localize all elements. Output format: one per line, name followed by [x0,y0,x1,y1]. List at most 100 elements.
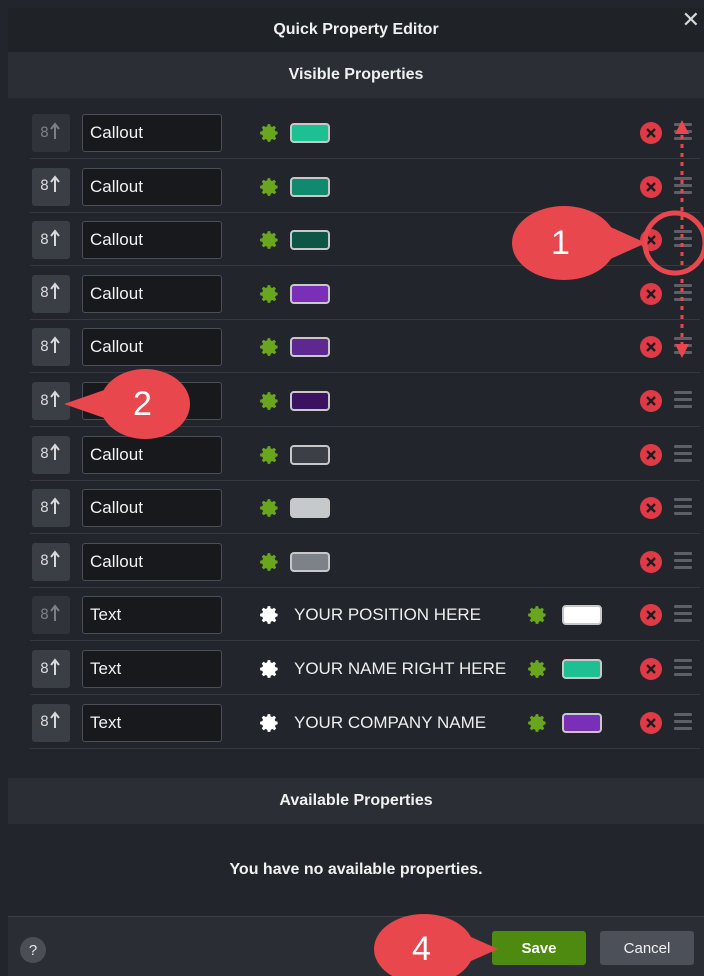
text-property-value: YOUR COMPANY NAME [294,712,487,732]
color-swatch[interactable] [290,391,330,411]
delete-icon[interactable] [640,550,662,573]
color-swatch[interactable] [290,498,330,519]
delete-icon[interactable] [640,122,662,144]
reorder-button[interactable]: 8 [32,382,70,420]
color-swatch[interactable] [562,605,602,626]
property-row: 8 Callout [30,106,700,159]
property-row: 8 [30,374,700,427]
drag-handle-icon[interactable] [674,176,692,197]
reorder-icon: 8 [40,228,62,253]
svg-text:8: 8 [40,500,49,516]
close-icon[interactable]: ✕ [682,8,700,32]
drag-handle-icon[interactable] [674,391,692,411]
property-row: 8 Callout [30,428,700,481]
color-swatch[interactable] [290,176,330,197]
property-name-field[interactable]: Callout [82,489,222,528]
delete-icon[interactable] [640,658,662,680]
property-name-field[interactable]: Callout [82,114,222,152]
gear-icon[interactable] [258,551,280,573]
property-row: 8 Callout [30,481,700,535]
gear-icon[interactable] [258,497,280,519]
property-name-field[interactable]: Callout [82,221,222,260]
gear-icon[interactable] [526,712,548,734]
delete-icon[interactable] [640,604,662,627]
gear-icon[interactable] [258,122,280,144]
delete-icon[interactable] [640,229,662,252]
reorder-icon: 8 [40,442,62,467]
svg-text:8: 8 [40,232,49,248]
color-swatch[interactable] [290,123,330,143]
drag-handle-icon[interactable] [674,498,692,518]
gear-icon[interactable] [258,176,280,198]
reorder-button[interactable]: 8 [32,703,70,742]
drag-handle-icon[interactable] [674,337,692,357]
gear-icon[interactable] [258,658,280,680]
gear-icon[interactable] [258,604,280,626]
color-swatch[interactable] [290,444,330,465]
visible-properties-title: Visible Properties [288,66,424,83]
property-name-field[interactable] [82,382,222,420]
reorder-button[interactable]: 8 [32,489,70,528]
gear-icon[interactable] [258,283,280,305]
delete-icon[interactable] [640,443,662,466]
reorder-button[interactable]: 8 [32,542,70,581]
svg-text:8: 8 [40,393,49,409]
color-swatch[interactable] [562,712,602,733]
color-swatch[interactable] [290,551,330,572]
delete-icon[interactable] [640,497,662,520]
reorder-button[interactable]: 8 [32,167,70,206]
gear-icon[interactable] [526,604,548,626]
property-name-field[interactable]: Text [82,596,222,635]
reorder-icon: 8 [40,174,62,199]
reorder-button[interactable]: 8 [32,435,70,474]
drag-handle-icon[interactable] [674,444,692,465]
save-button[interactable]: Save [492,931,586,965]
reorder-button[interactable]: 8 [32,274,70,313]
property-name-field[interactable]: Callout [82,167,222,206]
drag-handle-icon[interactable] [674,283,692,304]
help-button[interactable]: ? [20,937,46,963]
delete-icon[interactable] [640,390,662,412]
svg-text:8: 8 [40,661,49,677]
drag-handle-icon[interactable] [674,551,692,572]
delete-icon[interactable] [640,336,662,359]
gear-icon[interactable] [526,658,548,680]
reorder-button[interactable]: 8 [32,596,70,635]
reorder-icon: 8 [40,281,62,306]
gear-icon[interactable] [258,229,280,251]
color-swatch[interactable] [290,337,330,358]
color-swatch[interactable] [562,659,602,679]
drag-handle-icon[interactable] [674,605,692,625]
gear-icon[interactable] [258,712,280,734]
property-name-field[interactable]: Callout [82,328,222,367]
color-swatch[interactable] [290,283,330,304]
reorder-icon: 8 [40,389,62,414]
drag-handle-icon[interactable] [674,712,692,733]
reorder-button[interactable]: 8 [32,650,70,688]
svg-text:8: 8 [40,339,49,355]
delete-icon[interactable] [640,175,662,198]
reorder-button[interactable]: 8 [32,114,70,152]
property-name-field[interactable]: Callout [82,274,222,313]
cancel-button[interactable]: Cancel [600,931,694,965]
drag-handle-icon[interactable] [674,659,692,679]
property-name-field[interactable]: Text [82,703,222,742]
color-swatch[interactable] [290,230,330,251]
gear-icon[interactable] [258,444,280,466]
dialog-footer: ? Save Cancel [8,916,704,976]
drag-handle-icon[interactable] [674,230,692,250]
property-row: 8 Text YOUR POSITION HERE [30,588,700,642]
property-row: 8 Callout [30,213,700,267]
property-name-field[interactable]: Callout [82,542,222,581]
property-name-field[interactable]: Callout [82,435,222,474]
delete-icon[interactable] [640,282,662,305]
gear-icon[interactable] [258,390,280,412]
delete-icon[interactable] [640,711,662,734]
property-row: 8 Text YOUR NAME RIGHT HERE [30,642,700,695]
reorder-button[interactable]: 8 [32,328,70,367]
property-name-field[interactable]: Text [82,650,222,688]
gear-icon[interactable] [258,336,280,358]
drag-handle-icon[interactable] [674,123,692,143]
reorder-button[interactable]: 8 [32,221,70,260]
svg-text:8: 8 [40,714,49,730]
